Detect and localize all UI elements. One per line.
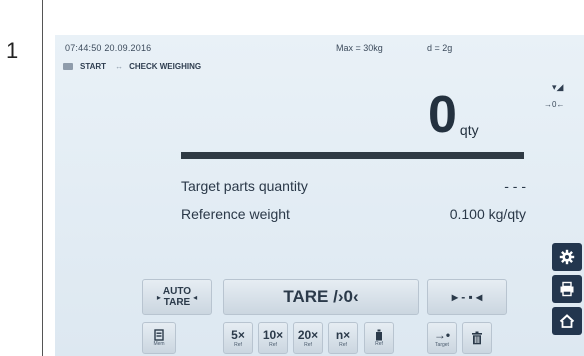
weight-icon xyxy=(376,329,382,340)
memory-button[interactable]: Mem xyxy=(142,322,176,354)
step-divider-line xyxy=(42,0,43,356)
auto-tare-line2: TARE xyxy=(163,297,191,308)
home-icon xyxy=(559,314,575,328)
ref-nx-label: n× xyxy=(335,327,351,342)
auto-tare-left-arrow-icon: ▸ xyxy=(156,292,161,302)
capacity-bar-fill xyxy=(181,152,524,159)
memory-button-label: Mem xyxy=(153,340,165,347)
max-capacity-label: Max = 30kg xyxy=(336,43,383,53)
ref-5x-button[interactable]: 5× Ref xyxy=(223,322,253,354)
auto-tare-right-arrow-icon: ◂ xyxy=(193,292,198,302)
home-button[interactable] xyxy=(552,307,582,335)
breadcrumb-mode: CHECK WEIGHING xyxy=(129,62,202,71)
target-label: →• xyxy=(433,327,451,342)
target-button[interactable]: →• Target xyxy=(427,322,457,354)
gear-icon xyxy=(559,249,575,265)
target-sub: Target xyxy=(435,341,449,348)
readability-label: d = 2g xyxy=(427,43,453,53)
ref-weight-button[interactable]: Ref xyxy=(364,322,394,354)
delete-button[interactable] xyxy=(462,322,492,354)
breadcrumb-arrow-icon: ↔ xyxy=(115,62,124,71)
reading-value: 0 xyxy=(428,86,457,144)
auto-tare-button[interactable]: ▸ AUTO TARE ◂ xyxy=(142,279,212,315)
trash-icon xyxy=(472,331,482,345)
auto-tare-line1: AUTO xyxy=(162,286,192,297)
printer-icon xyxy=(560,281,574,297)
print-button[interactable] xyxy=(552,275,582,303)
center-zero-button[interactable]: ▸ - ▪ ◂ xyxy=(427,279,507,315)
breadcrumb: START ↔ CHECK WEIGHING xyxy=(63,62,201,71)
capacity-bar xyxy=(181,152,524,159)
memory-icon xyxy=(154,328,164,341)
status-bar: 07:44:50 20.09.2016 Max = 30kg d = 2g ST… xyxy=(55,35,584,75)
ref-10x-sub: Ref xyxy=(269,341,277,348)
ref-20x-sub: Ref xyxy=(304,341,312,348)
reading-unit: qty xyxy=(459,122,479,138)
ref-nx-sub: Ref xyxy=(339,341,347,348)
zero-indicator: →0← xyxy=(544,100,565,109)
breadcrumb-start[interactable]: START xyxy=(80,62,106,71)
ref-weight-sub: Ref xyxy=(375,340,383,347)
step-number: 1 xyxy=(6,38,19,63)
scale-level-icon: ▾◢ xyxy=(552,82,564,92)
reference-weight-label: Reference weight xyxy=(181,206,290,222)
settings-button[interactable] xyxy=(552,243,582,271)
ref-20x-button[interactable]: 20× Ref xyxy=(293,322,323,354)
start-icon xyxy=(63,63,73,70)
tare-zero-button[interactable]: TARE /›0‹ xyxy=(223,279,419,315)
reference-weight-value: 0.100 kg/qty xyxy=(449,206,526,222)
weight-reading: 0 qty xyxy=(428,89,479,141)
ref-nx-button[interactable]: n× Ref xyxy=(328,322,358,354)
target-quantity-value: - - - xyxy=(504,178,526,194)
ref-20x-label: 20× xyxy=(297,327,319,342)
target-quantity-label: Target parts quantity xyxy=(181,178,308,194)
auto-tare-label: AUTO TARE xyxy=(163,286,191,308)
ref-5x-sub: Ref xyxy=(234,341,242,348)
ref-5x-label: 5× xyxy=(231,327,245,342)
balance-screen: 07:44:50 20.09.2016 Max = 30kg d = 2g ST… xyxy=(55,35,584,356)
ref-10x-label: 10× xyxy=(262,327,284,342)
ref-10x-button[interactable]: 10× Ref xyxy=(258,322,288,354)
datetime-label: 07:44:50 20.09.2016 xyxy=(65,43,152,53)
